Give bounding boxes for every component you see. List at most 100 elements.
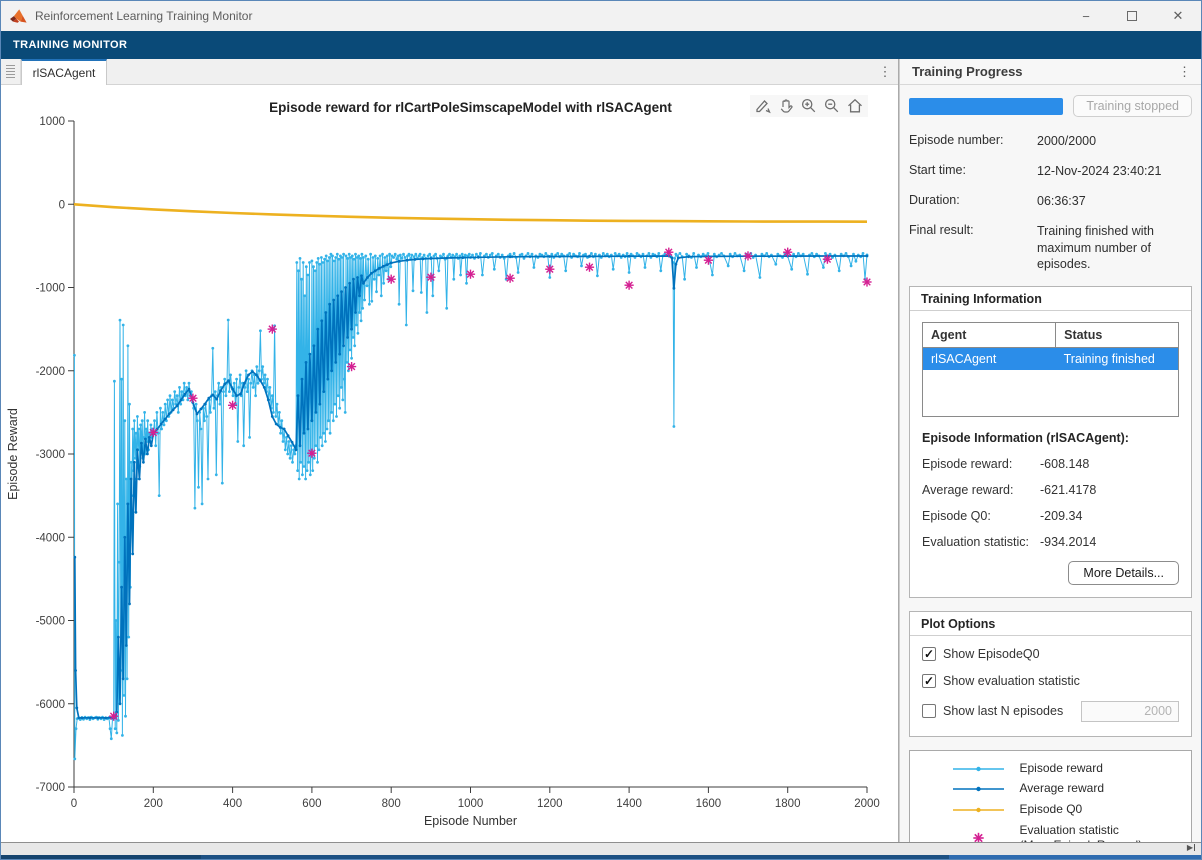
show-last-n-episodes-label: Show last N episodes (943, 704, 1063, 718)
title-bar: Reinforcement Learning Training Monitor … (1, 1, 1201, 31)
show-last-n-episodes-option[interactable]: Show last N episodes (922, 701, 1179, 722)
legend-label: Episode Q0 (1020, 802, 1152, 818)
average-reward-row: Average reward: -621.4178 (922, 483, 1179, 497)
evaluation-statistic-value: -934.2014 (1040, 535, 1096, 549)
start-time-value: 12-Nov-2024 23:40:21 (1037, 163, 1192, 180)
average-reward-label: Average reward: (922, 483, 1040, 497)
svg-text:0: 0 (71, 798, 77, 810)
legend-label: Episode reward (1020, 761, 1152, 777)
panel-header: Training Progress ⋮ (900, 59, 1201, 85)
show-last-n-episodes-checkbox[interactable] (922, 704, 936, 718)
app-window: Reinforcement Learning Training Monitor … (0, 0, 1202, 860)
duration-value: 06:36:37 (1037, 193, 1192, 210)
training-stopped-button: Training stopped (1073, 95, 1192, 117)
show-evaluation-statistic-checkbox[interactable]: ✓ (922, 674, 936, 688)
show-episodeq0-option[interactable]: ✓ Show EpisodeQ0 (922, 647, 1179, 661)
line-swatch-icon (950, 763, 1008, 775)
matlab-logo-icon (10, 9, 27, 24)
maximize-button[interactable] (1109, 1, 1155, 31)
final-result-value: Training finished with maximum number of… (1037, 223, 1192, 274)
final-result-row: Final result: Training finished with max… (909, 223, 1192, 274)
episode-number-label: Episode number: (909, 133, 1037, 150)
close-button[interactable]: ✕ (1155, 1, 1201, 31)
training-progress-panel: Training Progress ⋮ Training stopped Epi… (900, 59, 1201, 842)
duration-label: Duration: (909, 193, 1037, 210)
export-brush-icon[interactable] (753, 96, 773, 116)
svg-text:1000: 1000 (39, 116, 65, 128)
show-episodeq0-checkbox[interactable]: ✓ (922, 647, 936, 661)
show-evaluation-statistic-option[interactable]: ✓ Show evaluation statistic (922, 674, 1179, 688)
svg-text:-3000: -3000 (36, 449, 65, 461)
svg-text:-2000: -2000 (36, 366, 65, 378)
final-result-label: Final result: (909, 223, 1037, 274)
tab-grip-handle[interactable] (1, 59, 21, 84)
agent-cell: rlSACAgent (923, 348, 1056, 371)
svg-text:1400: 1400 (616, 798, 642, 810)
evaluation-statistic-label: Evaluation statistic: (922, 535, 1040, 549)
svg-text:1200: 1200 (537, 798, 563, 810)
svg-text:-1000: -1000 (36, 283, 65, 295)
window-title: Reinforcement Learning Training Monitor (35, 9, 252, 23)
episode-q0-row: Episode Q0: -209.34 (922, 509, 1179, 523)
axes-toolbar (750, 95, 868, 117)
bottom-edge-strip (1, 855, 1201, 859)
zoom-out-icon[interactable] (822, 96, 842, 116)
series-episode-q0 (74, 204, 867, 221)
svg-text:-7000: -7000 (36, 782, 65, 794)
panel-title: Training Progress (912, 64, 1023, 79)
asterisk-marker-icon (950, 829, 1008, 842)
legend-entry-1: Episode reward (916, 761, 1185, 777)
more-details-button[interactable]: More Details... (1068, 561, 1179, 585)
zoom-in-icon[interactable] (799, 96, 819, 116)
svg-text:-5000: -5000 (36, 616, 65, 628)
start-time-label: Start time: (909, 163, 1037, 180)
training-plot[interactable]: Episode reward for rlCartPoleSimscapeMod… (1, 85, 898, 845)
episode-reward-value: -608.148 (1040, 457, 1089, 471)
svg-text:800: 800 (382, 798, 401, 810)
tab-menu-kebab-icon[interactable]: ⋮ (872, 59, 898, 84)
line-swatch-icon (950, 783, 1008, 795)
chart-title: Episode reward for rlCartPoleSimscapeMod… (269, 100, 672, 115)
plot-options-title: Plot Options (910, 612, 1191, 636)
training-information-section: Training Information Agent Status rlSACA… (909, 286, 1192, 598)
n-episodes-input[interactable] (1081, 701, 1179, 722)
svg-text:-6000: -6000 (36, 699, 65, 711)
legend-entry-2: Average reward (916, 781, 1185, 797)
svg-text:1600: 1600 (696, 798, 722, 810)
episode-reward-row: Episode reward: -608.148 (922, 457, 1179, 471)
training-progress-bar (909, 98, 1063, 115)
progress-fill (909, 98, 1063, 115)
figure-area: Episode reward for rlCartPoleSimscapeMod… (1, 85, 898, 848)
legend-entry-3: Episode Q0 (916, 802, 1185, 818)
svg-text:400: 400 (223, 798, 242, 810)
pan-hand-icon[interactable] (776, 96, 796, 116)
tab-rlsacagent[interactable]: rlSACAgent (21, 59, 107, 85)
document-area: rlSACAgent ⋮ Episode reward for rlCartPo… (1, 59, 898, 842)
legend-label: Average reward (1020, 781, 1152, 797)
start-time-row: Start time: 12-Nov-2024 23:40:21 (909, 163, 1192, 180)
ribbon-tab-training-monitor[interactable]: TRAINING MONITOR (1, 31, 139, 59)
svg-text:200: 200 (144, 798, 163, 810)
maximize-icon (1127, 11, 1137, 21)
show-evaluation-statistic-label: Show evaluation statistic (943, 674, 1080, 688)
svg-text:-4000: -4000 (36, 532, 65, 544)
svg-text:1000: 1000 (458, 798, 484, 810)
table-row[interactable]: rlSACAgent Training finished (923, 348, 1179, 371)
show-episodeq0-label: Show EpisodeQ0 (943, 647, 1040, 661)
minimize-button[interactable]: − (1063, 1, 1109, 31)
legend-label: Evaluation statistic(MeanEpisodeReward) (1020, 823, 1152, 842)
training-information-title: Training Information (910, 287, 1191, 311)
status-bar: ▶ (1, 842, 1201, 855)
x-axis-label: Episode Number (424, 814, 517, 828)
legend-entry-4: Evaluation statistic(MeanEpisodeReward) (916, 823, 1185, 842)
y-axis-label: Episode Reward (6, 408, 20, 500)
panel-menu-kebab-icon[interactable]: ⋮ (1178, 64, 1191, 80)
series-average-reward (73, 255, 868, 720)
expand-statusbar-icon[interactable]: ▶ (1187, 843, 1195, 852)
series-evaluation-statistic-meanepisodereward (109, 248, 872, 721)
episode-number-value: 2000/2000 (1037, 133, 1192, 150)
agents-table: Agent Status rlSACAgent Training finishe… (922, 322, 1179, 417)
restore-home-icon[interactable] (845, 96, 865, 116)
table-empty-area (923, 370, 1179, 416)
episode-information-title: Episode Information (rlSACAgent): (922, 431, 1179, 445)
